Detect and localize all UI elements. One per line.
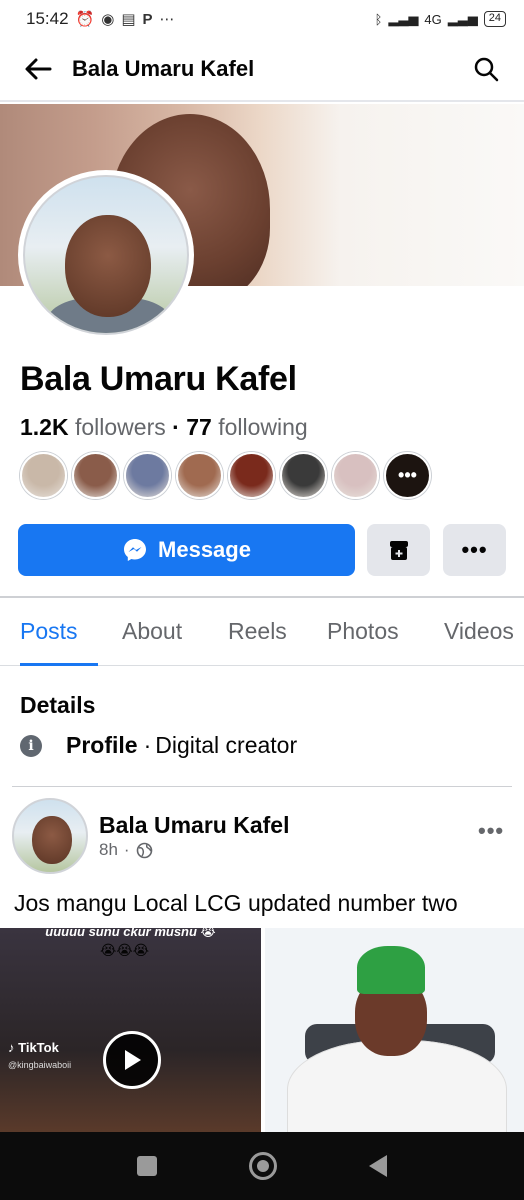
back-triangle-icon[interactable]	[369, 1155, 387, 1177]
bluetooth-icon: ᛒ	[374, 11, 383, 27]
message-button[interactable]: Message	[18, 524, 355, 576]
archive-box-icon	[389, 541, 408, 560]
followers-label[interactable]: followers	[75, 414, 166, 440]
alarm-icon: ⏰	[75, 11, 95, 28]
avatar-face	[65, 215, 151, 317]
more-options-button[interactable]: •••	[443, 524, 506, 576]
follower-avatar[interactable]	[332, 452, 379, 499]
status-time: 15:42	[26, 9, 69, 28]
signal-icon: ▂▃▅	[388, 11, 419, 26]
post-meta-separator: ·	[123, 840, 130, 859]
follower-avatar[interactable]	[20, 452, 67, 499]
whatsapp-icon: ◉	[101, 11, 115, 28]
play-icon	[125, 1050, 141, 1070]
profile-avatar-image	[23, 175, 189, 335]
details-heading: Details	[20, 692, 96, 718]
post-options-button[interactable]: •••	[478, 818, 504, 844]
tab-photos[interactable]: Photos	[327, 598, 399, 664]
follower-avatar[interactable]	[280, 452, 327, 499]
post-video-thumbnail[interactable]: uuuuu sunu ckur musnu 😭 😭😭😭	[0, 928, 261, 1132]
ellipsis-icon: •••	[461, 537, 488, 562]
details-separator: ·	[143, 732, 152, 758]
globe-icon	[136, 842, 152, 858]
messenger-icon	[124, 539, 147, 561]
details-label: Profile	[66, 732, 138, 758]
tab-videos[interactable]: Videos	[444, 598, 514, 664]
details-value: Digital creator	[155, 732, 298, 758]
search-button[interactable]	[468, 51, 504, 87]
recents-icon[interactable]	[137, 1156, 157, 1176]
tiktok-watermark: ♪ TikTok	[8, 1040, 59, 1055]
profile-name: Bala Umaru Kafel	[20, 360, 297, 398]
system-nav-bar	[0, 1132, 524, 1200]
photo-cap	[357, 946, 425, 994]
follow-stats: 1.2K followers · 77 following	[20, 414, 308, 441]
tiktok-handle: @kingbaiwaboii	[8, 1060, 72, 1070]
status-bar: 15:42 ⏰ ◉ ▤ P ⋯ ᛒ ▂▃▅ 4G ▂▃▅ 24	[0, 0, 524, 38]
followers-preview[interactable]: •••	[20, 452, 431, 499]
signal-icon-2: ▂▃▅	[447, 11, 478, 26]
battery-icon: 24	[483, 11, 506, 27]
post-avatar-face	[32, 816, 72, 864]
play-button[interactable]	[103, 1031, 161, 1089]
post-time[interactable]: 8h	[99, 840, 118, 860]
back-button[interactable]	[20, 51, 56, 87]
arrow-left-icon	[25, 58, 52, 80]
more-dots-icon: ⋯	[159, 11, 175, 28]
follower-avatar[interactable]	[228, 452, 275, 499]
video-emojis: 😭😭😭	[100, 942, 150, 958]
message-button-label: Message	[158, 537, 251, 562]
profile-avatar[interactable]	[18, 170, 194, 340]
profile-tabs: Posts About Reels Photos Videos	[0, 598, 524, 666]
home-icon[interactable]	[249, 1152, 277, 1180]
post-author-avatar[interactable]	[12, 798, 88, 874]
followers-count[interactable]: 1.2K	[20, 414, 69, 440]
video-caption: uuuuu sunu ckur musnu 😭	[45, 928, 216, 939]
tab-about[interactable]: About	[122, 598, 182, 664]
follower-avatar[interactable]	[72, 452, 119, 499]
page-title: Bala Umaru Kafel	[72, 56, 255, 81]
status-right: ᛒ ▂▃▅ 4G ▂▃▅ 24	[375, 11, 506, 27]
follower-avatar[interactable]	[124, 452, 171, 499]
status-left: 15:42 ⏰ ◉ ▤ P ⋯	[26, 9, 175, 29]
post-text: Jos mangu Local LCG updated number two	[14, 890, 458, 916]
more-followers-button[interactable]: •••	[384, 452, 431, 499]
tiktok-label: TikTok	[18, 1040, 59, 1055]
search-icon	[474, 57, 499, 82]
following-count[interactable]: 77	[186, 414, 212, 440]
archive-button[interactable]	[367, 524, 430, 576]
info-icon: i	[20, 734, 42, 757]
top-bar: Bala Umaru Kafel	[0, 38, 524, 102]
post-meta: 8h ·	[99, 840, 153, 860]
p-icon: P	[142, 10, 153, 28]
follower-avatar[interactable]	[176, 452, 223, 499]
network-type: 4G	[424, 11, 442, 27]
post-author-name[interactable]: Bala Umaru Kafel	[99, 812, 289, 839]
tab-reels[interactable]: Reels	[228, 598, 287, 664]
details-row: i Profile · Digital creator	[20, 732, 297, 759]
message-icon: ▤	[121, 11, 136, 28]
post-divider	[12, 786, 512, 787]
stats-separator: ·	[172, 414, 180, 440]
tab-posts[interactable]: Posts	[20, 598, 97, 666]
following-label[interactable]: following	[218, 414, 308, 440]
tiktok-icon: ♪	[8, 1040, 15, 1055]
post-photo[interactable]	[265, 928, 524, 1132]
